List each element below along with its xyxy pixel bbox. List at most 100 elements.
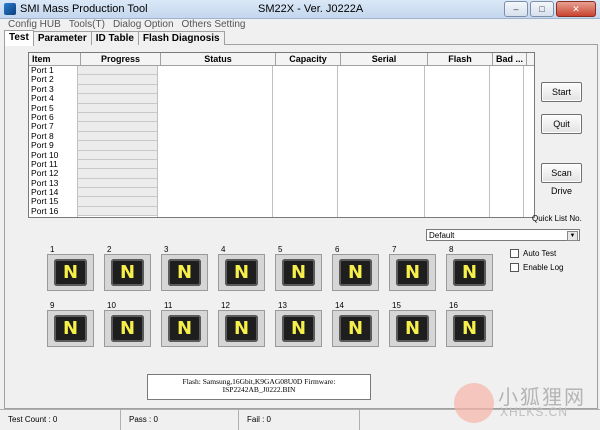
progress-cell	[78, 169, 157, 179]
tab-id-table[interactable]: ID Table	[90, 31, 139, 45]
port-column: Port 1 Port 2 Port 3 Port 4 Port 5 Port 6 Port…	[29, 65, 78, 217]
progress-column	[78, 66, 158, 217]
drive-number: 8	[449, 245, 454, 254]
col-header-flash[interactable]: Flash	[428, 53, 493, 65]
drive-status-icon: N	[282, 259, 315, 286]
drive-tile[interactable]: 10 N	[103, 301, 151, 347]
col-header-bad-block[interactable]: Bad ...	[493, 53, 527, 65]
col-header-serial[interactable]: Serial	[341, 53, 428, 65]
window-version: SM22X - Ver. J0222A	[258, 3, 364, 15]
drive-status-icon: N	[453, 259, 486, 286]
maximize-button[interactable]: □	[530, 1, 554, 17]
drive-status-letter: N	[290, 318, 307, 339]
drive-status-icon: N	[282, 315, 315, 342]
enable-log-checkbox[interactable]: Enable Log	[510, 263, 563, 272]
drive-tile[interactable]: 11 N	[160, 301, 208, 347]
auto-test-box[interactable]	[510, 249, 519, 258]
drive-tile[interactable]: 8N	[445, 245, 493, 291]
drive-tile[interactable]: 3N	[160, 245, 208, 291]
quit-button[interactable]: Quit	[541, 114, 582, 134]
drive-status-letter: N	[233, 262, 250, 283]
app-icon	[4, 3, 16, 15]
drive-number: 14	[335, 301, 344, 310]
drive-tile[interactable]: 9N	[46, 301, 94, 347]
quick-list-label: Quick List No.	[532, 214, 582, 223]
drive-frame: N	[389, 254, 436, 291]
drive-tile[interactable]: 13 N	[274, 301, 322, 347]
tab-flash-diagnosis[interactable]: Flash Diagnosis	[137, 31, 225, 45]
drive-status-letter: N	[119, 262, 136, 283]
drive-status-letter: N	[119, 318, 136, 339]
drive-number: 15	[392, 301, 401, 310]
drive-frame: N	[389, 310, 436, 347]
enable-log-box[interactable]	[510, 263, 519, 272]
drive-status-letter: N	[290, 262, 307, 283]
drive-tile[interactable]: 6N	[331, 245, 379, 291]
menu-others-setting[interactable]: Others Setting	[180, 18, 252, 31]
bad-block-column	[490, 66, 524, 217]
progress-cell	[78, 75, 157, 85]
drive-status-letter: N	[461, 262, 478, 283]
drive-frame: N	[104, 310, 151, 347]
drive-tile[interactable]: 5N	[274, 245, 322, 291]
progress-cell	[78, 197, 157, 207]
drive-tile[interactable]: 16 N	[445, 301, 493, 347]
col-header-status[interactable]: Status	[161, 53, 276, 65]
minimize-button[interactable]: –	[504, 1, 528, 17]
drive-tile[interactable]: 4N	[217, 245, 265, 291]
drive-status-icon: N	[396, 259, 429, 286]
start-button[interactable]: Start	[541, 82, 582, 102]
drive-number: 9	[50, 301, 55, 310]
menu-dialog-option[interactable]: Dialog Option	[111, 18, 180, 31]
drive-tile[interactable]: 1N	[46, 245, 94, 291]
drive-tile[interactable]: 12 N	[217, 301, 265, 347]
progress-cell	[78, 159, 157, 170]
drive-tile[interactable]: 2N	[103, 245, 151, 291]
test-count-status: Test Count : 0	[0, 410, 121, 430]
drive-tile[interactable]: 15 N	[388, 301, 436, 347]
col-header-capacity[interactable]: Capacity	[276, 53, 341, 65]
drive-status-icon: N	[339, 315, 372, 342]
drive-frame: N	[218, 310, 265, 347]
port-grid[interactable]: Item Progress Status Capacity Serial Fla…	[28, 52, 535, 218]
progress-cell	[78, 188, 157, 198]
col-header-progress[interactable]: Progress	[81, 53, 161, 65]
auto-test-checkbox[interactable]: Auto Test	[510, 249, 556, 258]
chevron-down-icon[interactable]: ▼	[567, 231, 578, 241]
tab-test[interactable]: Test	[4, 30, 34, 46]
drive-frame: N	[161, 310, 208, 347]
enable-log-label: Enable Log	[523, 263, 564, 272]
drive-frame: N	[446, 310, 493, 347]
col-header-item[interactable]: Item	[29, 53, 81, 65]
drive-status-icon: N	[54, 315, 87, 342]
close-button[interactable]: ✕	[556, 1, 596, 17]
quick-list-select[interactable]: Default ▼	[426, 229, 580, 241]
drive-status-icon: N	[168, 315, 201, 342]
menu-tools[interactable]: Tools(T)	[67, 18, 111, 31]
drive-frame: N	[332, 254, 379, 291]
drive-number: 16	[449, 301, 458, 310]
scan-drive-button[interactable]: Scan Drive	[541, 163, 582, 196]
drive-frame: N	[275, 254, 322, 291]
drive-status-letter: N	[461, 318, 478, 339]
drive-frame: N	[275, 310, 322, 347]
progress-cell	[78, 94, 157, 104]
drive-tile[interactable]: 7N	[388, 245, 436, 291]
drive-status-letter: N	[347, 262, 364, 283]
progress-cell	[78, 206, 157, 217]
progress-cell	[78, 141, 157, 151]
drive-number: 3	[164, 245, 169, 254]
drive-tile[interactable]: 14 N	[331, 301, 379, 347]
pass-status: Pass : 0	[121, 410, 239, 430]
menu-bar: Config HUB Tools(T) Dialog Option Others…	[0, 18, 600, 31]
tab-parameter[interactable]: Parameter	[32, 31, 92, 45]
window-controls: – □ ✕	[504, 1, 596, 17]
drive-number: 2	[107, 245, 112, 254]
progress-cell	[78, 178, 157, 189]
progress-cell	[78, 66, 157, 76]
drive-frame: N	[446, 254, 493, 291]
drive-status-letter: N	[233, 318, 250, 339]
port-row[interactable]: Port 16	[29, 206, 77, 216]
drive-status-letter: N	[347, 318, 364, 339]
drive-frame: N	[218, 254, 265, 291]
